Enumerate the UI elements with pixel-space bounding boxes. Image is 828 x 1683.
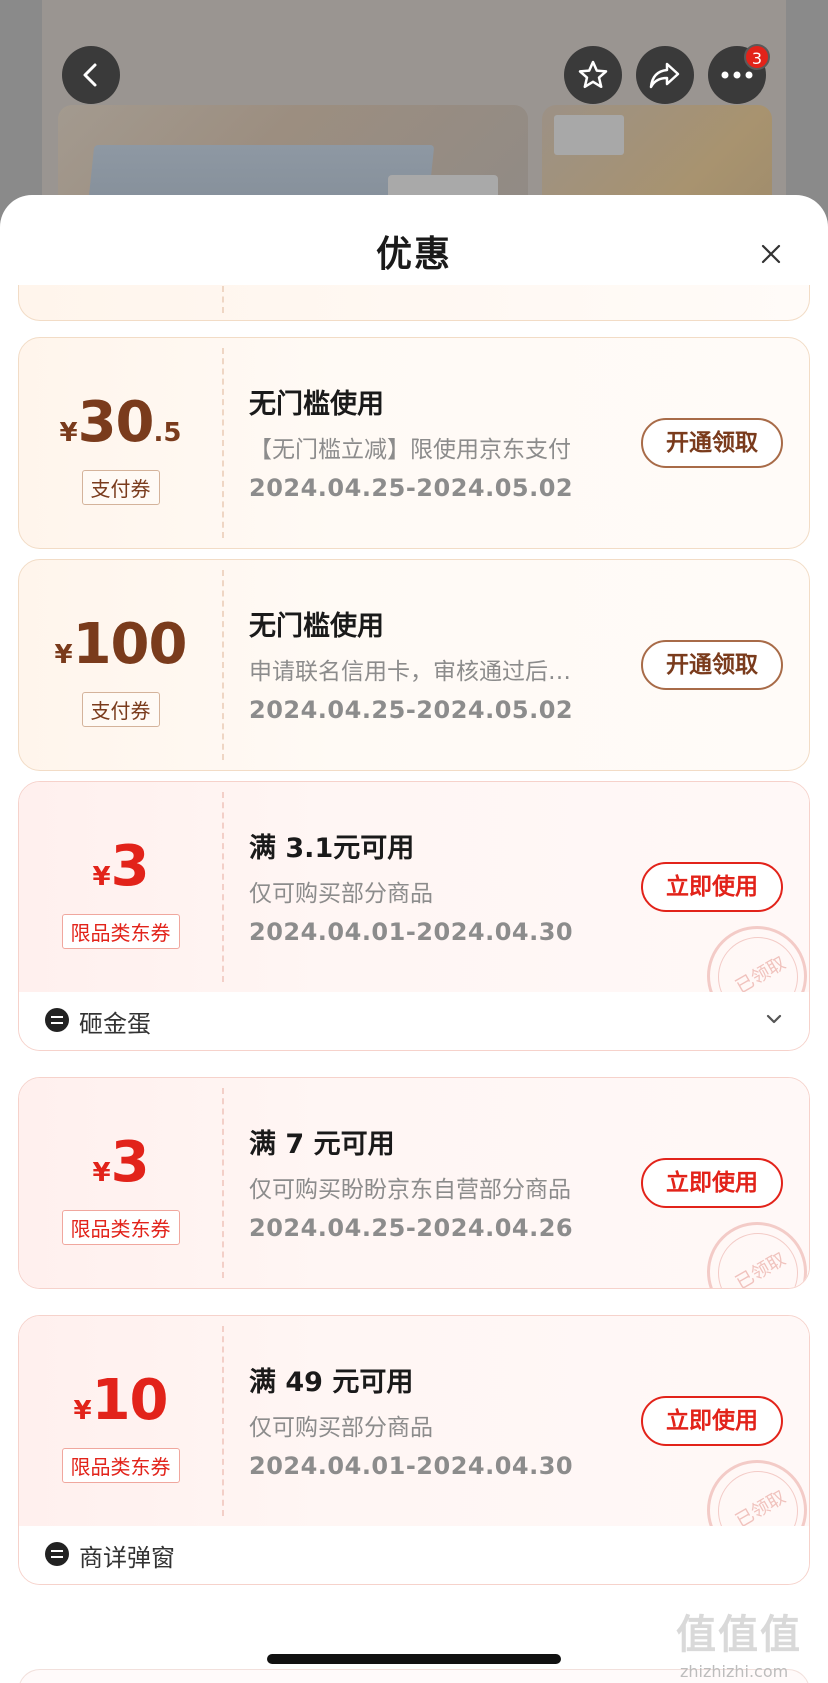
coupon-card-body: ¥3 限品类东券 满 3.1元可用 仅可购买部分商品 2024.04.01-20… <box>19 782 809 1026</box>
coupon-validity: 2024.04.25-2024.04.26 <box>249 1214 574 1242</box>
coupon-card: ¥100 支付券 无门槛使用 申请联名信用卡，审核通过后发放 2024.04.2… <box>18 559 810 771</box>
coupon-type-tag: 限品类东券 <box>61 1448 180 1483</box>
coupon-type-tag: 限品类东券 <box>61 914 180 949</box>
coupon-source-label: 砸金蛋 <box>79 1010 151 1038</box>
favorite-button[interactable] <box>564 46 622 104</box>
chevron-down-icon <box>766 1014 782 1024</box>
use-now-button[interactable]: 立即使用 <box>641 1396 783 1446</box>
home-indicator[interactable] <box>267 1654 561 1664</box>
coupon-description: 仅可购买盼盼京东自营部分商品 <box>249 1177 571 1203</box>
coupon-card-body: ¥3 限品类东券 满 7 元可用 仅可购买盼盼京东自营部分商品 2024.04.… <box>19 1078 809 1288</box>
coupon-card-body: ¥30.5 支付券 无门槛使用 【无门槛立减】限使用京东支付 2024.04.2… <box>19 338 809 548</box>
activate-claim-button[interactable]: 开通领取 <box>641 418 783 468</box>
coupon-validity: 2024.04.01-2024.04.30 <box>249 918 574 946</box>
coupon-source-icon <box>45 1542 69 1566</box>
card-divider <box>222 570 224 760</box>
coupon-validity: 2024.04.25-2024.05.02 <box>249 474 574 502</box>
site-watermark: 值值值 zhizhizhi.com <box>676 1612 802 1681</box>
coupon-type-tag: 限品类东券 <box>61 1210 180 1245</box>
coupon-title: 无门槛使用 <box>249 611 384 642</box>
coupon-card: ¥3 限品类东券 满 3.1元可用 仅可购买部分商品 2024.04.01-20… <box>18 781 810 1051</box>
coupon-validity: 2024.04.01-2024.04.30 <box>249 1452 574 1480</box>
coupon-list[interactable]: ¥30.5 支付券 无门槛使用 【无门槛立减】限使用京东支付 2024.04.2… <box>0 285 828 1683</box>
card-divider <box>222 1088 224 1278</box>
star-icon <box>578 60 608 89</box>
coupon-card-body: ¥100 支付券 无门槛使用 申请联名信用卡，审核通过后发放 2024.04.2… <box>19 560 809 770</box>
coupon-title: 无门槛使用 <box>249 389 384 420</box>
coupon-type-tag: 支付券 <box>81 692 160 727</box>
coupon-source-row[interactable]: 商详弹窗 <box>19 1526 809 1584</box>
coupon-title: 满 49 元可用 <box>249 1367 414 1398</box>
card-divider <box>222 348 224 538</box>
ellipsis-icon <box>721 71 753 79</box>
chevron-left-icon <box>83 63 97 87</box>
coupon-card: ¥3 限品类东券 满 7 元可用 仅可购买盼盼京东自营部分商品 2024.04.… <box>18 1077 810 1289</box>
coupon-description: 仅可购买部分商品 <box>249 1415 433 1441</box>
coupon-source-icon <box>45 1008 69 1032</box>
sheet-title: 优惠 <box>375 234 452 275</box>
more-badge: 3 <box>744 44 770 70</box>
close-icon[interactable] <box>755 238 787 270</box>
coupon-description: 仅可购买部分商品 <box>249 881 433 907</box>
use-now-button[interactable]: 立即使用 <box>641 1158 783 1208</box>
use-now-button[interactable]: 立即使用 <box>641 862 783 912</box>
card-divider <box>222 792 224 982</box>
coupon-source-label: 商详弹窗 <box>79 1544 175 1572</box>
coupon-sheet: 优惠 ¥30.5 支付券 无门槛使用 【无门槛立减】限使用京东支付 2024.0… <box>0 195 828 1683</box>
card-divider <box>222 285 224 313</box>
coupon-type-tag: 支付券 <box>81 470 160 505</box>
coupon-card-body: ¥10 限品类东券 满 49 元可用 仅可购买部分商品 2024.04.01-2… <box>19 1316 809 1560</box>
share-button[interactable] <box>636 46 694 104</box>
share-arrow-icon <box>649 62 680 89</box>
coupon-description: 申请联名信用卡，审核通过后发放 <box>249 659 579 685</box>
coupon-validity: 2024.04.25-2024.05.02 <box>249 696 574 724</box>
coupon-card-partial <box>18 285 810 321</box>
coupon-title: 满 7 元可用 <box>249 1129 395 1160</box>
coupon-source-row[interactable]: 砸金蛋 <box>19 992 809 1050</box>
back-button[interactable] <box>62 46 120 104</box>
brand-logo-image <box>554 115 624 155</box>
claimed-stamp: 已领取 <box>707 1222 807 1288</box>
card-divider <box>222 1326 224 1516</box>
coupon-card: ¥30.5 支付券 无门槛使用 【无门槛立减】限使用京东支付 2024.04.2… <box>18 337 810 549</box>
coupon-card: ¥10 限品类东券 满 49 元可用 仅可购买部分商品 2024.04.01-2… <box>18 1315 810 1585</box>
coupon-description: 【无门槛立减】限使用京东支付 <box>249 437 571 463</box>
coupon-title: 满 3.1元可用 <box>249 833 415 864</box>
activate-claim-button[interactable]: 开通领取 <box>641 640 783 690</box>
